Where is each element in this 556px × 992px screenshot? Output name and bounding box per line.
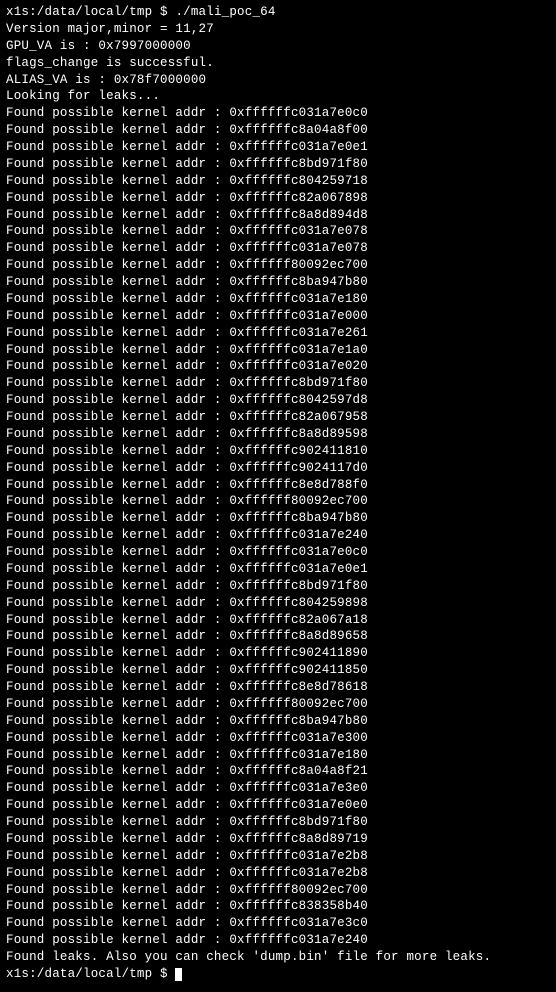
found-addr-line: Found possible kernel addr : 0xffffffc90… [6,645,550,662]
found-addr-line: Found possible kernel addr : 0xffffffc8e… [6,477,550,494]
found-addr-line: Found possible kernel addr : 0xffffffc80… [6,173,550,190]
found-addr-line: Found possible kernel addr : 0xffffff800… [6,696,550,713]
prompt-line-2[interactable]: x1s:/data/local/tmp $ [6,966,550,983]
found-addr-line: Found possible kernel addr : 0xffffffc03… [6,223,550,240]
found-addr-line: Found possible kernel addr : 0xffffffc80… [6,595,550,612]
found-addr-line: Found possible kernel addr : 0xffffffc03… [6,308,550,325]
found-addr-line: Found possible kernel addr : 0xffffffc80… [6,392,550,409]
prompt-line-1[interactable]: x1s:/data/local/tmp $ ./mali_poc_64 [6,4,550,21]
found-addr-line: Found possible kernel addr : 0xffffff800… [6,257,550,274]
found-addr-line: Found possible kernel addr : 0xffffffc03… [6,105,550,122]
output-line: ALIAS_VA is : 0x78f7000000 [6,72,550,89]
found-addr-line: Found possible kernel addr : 0xffffffc8b… [6,375,550,392]
found-addr-line: Found possible kernel addr : 0xffffffc03… [6,932,550,949]
footer-line: Found leaks. Also you can check 'dump.bi… [6,949,550,966]
shell-prompt: x1s:/data/local/tmp $ [6,5,175,19]
found-addr-line: Found possible kernel addr : 0xffffffc8a… [6,763,550,780]
found-addr-line: Found possible kernel addr : 0xffffffc82… [6,612,550,629]
found-addr-line: Found possible kernel addr : 0xffffffc03… [6,797,550,814]
found-addr-line: Found possible kernel addr : 0xffffffc03… [6,865,550,882]
output-line: flags_change is successful. [6,55,550,72]
found-addr-line: Found possible kernel addr : 0xffffffc8b… [6,156,550,173]
found-addr-line: Found possible kernel addr : 0xffffffc8a… [6,831,550,848]
found-addr-line: Found possible kernel addr : 0xffffffc8e… [6,679,550,696]
found-addr-line: Found possible kernel addr : 0xffffff800… [6,493,550,510]
found-addr-line: Found possible kernel addr : 0xffffffc03… [6,544,550,561]
shell-prompt: x1s:/data/local/tmp $ [6,967,175,981]
found-addr-line: Found possible kernel addr : 0xffffffc03… [6,561,550,578]
found-addr-line: Found possible kernel addr : 0xffffffc03… [6,240,550,257]
output-line: Version major,minor = 11,27 [6,21,550,38]
found-addr-line: Found possible kernel addr : 0xffffffc8b… [6,578,550,595]
found-addr-line: Found possible kernel addr : 0xffffffc8b… [6,713,550,730]
found-addr-line: Found possible kernel addr : 0xffffffc03… [6,358,550,375]
command-text: ./mali_poc_64 [175,5,275,19]
found-addr-line: Found possible kernel addr : 0xffffffc8b… [6,274,550,291]
found-addr-line: Found possible kernel addr : 0xffffffc03… [6,139,550,156]
found-addr-line: Found possible kernel addr : 0xffffffc8a… [6,426,550,443]
output-line: Looking for leaks... [6,88,550,105]
found-addr-line: Found possible kernel addr : 0xffffffc82… [6,409,550,426]
found-addr-line: Found possible kernel addr : 0xffffffc03… [6,848,550,865]
found-addr-line: Found possible kernel addr : 0xffffffc8a… [6,628,550,645]
found-addr-line: Found possible kernel addr : 0xffffffc90… [6,460,550,477]
found-addr-line: Found possible kernel addr : 0xffffffc03… [6,730,550,747]
found-addr-line: Found possible kernel addr : 0xffffff800… [6,882,550,899]
found-addr-line: Found possible kernel addr : 0xffffffc03… [6,780,550,797]
found-addr-line: Found possible kernel addr : 0xffffffc03… [6,527,550,544]
found-addr-line: Found possible kernel addr : 0xffffffc03… [6,342,550,359]
found-addr-line: Found possible kernel addr : 0xffffffc8a… [6,207,550,224]
found-addr-line: Found possible kernel addr : 0xffffffc03… [6,291,550,308]
found-addr-line: Found possible kernel addr : 0xffffffc8b… [6,510,550,527]
found-addr-line: Found possible kernel addr : 0xffffffc8b… [6,814,550,831]
found-addr-line: Found possible kernel addr : 0xffffffc8a… [6,122,550,139]
terminal-output: x1s:/data/local/tmp $ ./mali_poc_64 Vers… [6,4,550,983]
found-addr-line: Found possible kernel addr : 0xffffffc82… [6,190,550,207]
found-addr-line: Found possible kernel addr : 0xffffffc03… [6,747,550,764]
found-addr-line: Found possible kernel addr : 0xffffffc03… [6,915,550,932]
found-addr-line: Found possible kernel addr : 0xffffffc90… [6,662,550,679]
cursor [175,968,182,981]
found-addr-line: Found possible kernel addr : 0xffffffc90… [6,443,550,460]
found-addr-line: Found possible kernel addr : 0xffffffc03… [6,325,550,342]
found-addr-line: Found possible kernel addr : 0xffffffc83… [6,898,550,915]
output-line: GPU_VA is : 0x7997000000 [6,38,550,55]
